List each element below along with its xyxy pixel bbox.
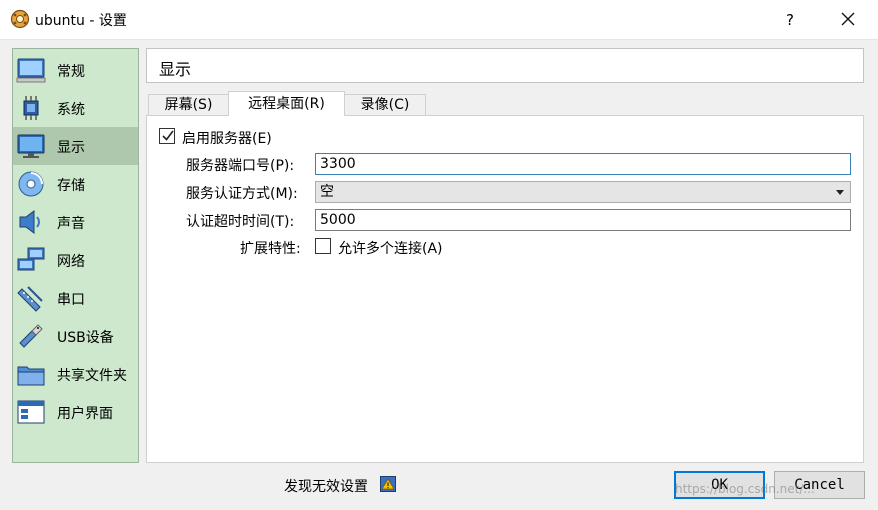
sidebar-item-label: 网络 xyxy=(57,254,85,270)
sidebar-item-label: 用户界面 xyxy=(57,406,113,422)
auth-method-label: 服务认证方式(M): xyxy=(186,186,298,202)
window-title: ubuntu - 设置 xyxy=(35,13,127,29)
sidebar-item-storage[interactable]: 存储 xyxy=(13,165,138,203)
checkmark-icon xyxy=(162,130,174,141)
tab-screen[interactable]: 屏幕(S) xyxy=(148,94,229,115)
page-header: 显示 xyxy=(146,48,864,83)
auth-timeout-label: 认证超时时间(T): xyxy=(186,214,295,230)
sidebar-item-system[interactable]: 系统 xyxy=(13,89,138,127)
sidebar-item-usb[interactable]: USB设备 xyxy=(13,317,138,355)
chevron-down-icon xyxy=(836,190,844,195)
system-icon xyxy=(23,96,39,120)
virtualbox-app-icon xyxy=(10,9,30,29)
sidebar-item-label: 系统 xyxy=(57,102,85,118)
help-button[interactable]: ? xyxy=(778,8,802,32)
sidebar-item-label: 常规 xyxy=(57,64,85,80)
title-bar: ubuntu - 设置 ? xyxy=(0,0,878,40)
shared-folder-icon xyxy=(17,366,45,386)
tab-remote-desktop[interactable]: 远程桌面(R) xyxy=(228,91,345,116)
allow-multiple-connections-checkbox[interactable] xyxy=(315,238,331,254)
invalid-settings-text: 发现无效设置 xyxy=(284,479,368,495)
port-label: 服务器端口号(P): xyxy=(186,158,295,174)
serial-port-icon xyxy=(17,286,43,312)
extended-features-label: 扩展特性: xyxy=(240,241,301,257)
close-icon[interactable] xyxy=(836,6,860,32)
settings-sidebar: 常规 系统 显示 存储 声音 网络 串口 USB设备 共享文件夹 用户界面 xyxy=(12,48,139,463)
storage-icon xyxy=(18,171,44,197)
sidebar-item-shared-folder[interactable]: 共享文件夹 xyxy=(13,355,138,393)
sidebar-item-label: 存储 xyxy=(57,178,85,194)
watermark: https://blog.csdn.net/... xyxy=(675,482,815,496)
sidebar-item-display[interactable]: 显示 xyxy=(13,127,138,165)
audio-icon xyxy=(19,210,40,234)
auth-method-value: 空 xyxy=(320,184,334,200)
tab-recording[interactable]: 录像(C) xyxy=(344,94,426,115)
user-interface-icon xyxy=(17,400,45,424)
sidebar-item-audio[interactable]: 声音 xyxy=(13,203,138,241)
auth-method-select[interactable]: 空 xyxy=(315,181,851,203)
port-input[interactable]: 3300 xyxy=(315,153,851,175)
general-icon xyxy=(16,58,46,83)
enable-server-checkbox[interactable] xyxy=(159,128,175,144)
network-icon xyxy=(17,247,45,271)
sidebar-item-label: 显示 xyxy=(57,140,85,156)
sidebar-item-serial-port[interactable]: 串口 xyxy=(13,279,138,317)
enable-server-label: 启用服务器(E) xyxy=(182,131,272,147)
allow-multiple-connections-label: 允许多个连接(A) xyxy=(338,241,443,257)
sidebar-item-label: USB设备 xyxy=(57,330,114,346)
warning-icon[interactable] xyxy=(380,476,396,492)
display-icon xyxy=(17,134,45,158)
sidebar-item-network[interactable]: 网络 xyxy=(13,241,138,279)
auth-timeout-input[interactable]: 5000 xyxy=(315,209,851,231)
sidebar-item-label: 共享文件夹 xyxy=(57,368,127,384)
usb-icon xyxy=(19,324,43,348)
sidebar-item-label: 串口 xyxy=(57,292,85,308)
sidebar-item-label: 声音 xyxy=(57,216,85,232)
page-title: 显示 xyxy=(159,60,192,79)
sidebar-item-general[interactable]: 常规 xyxy=(13,51,138,89)
sidebar-item-user-interface[interactable]: 用户界面 xyxy=(13,393,138,431)
